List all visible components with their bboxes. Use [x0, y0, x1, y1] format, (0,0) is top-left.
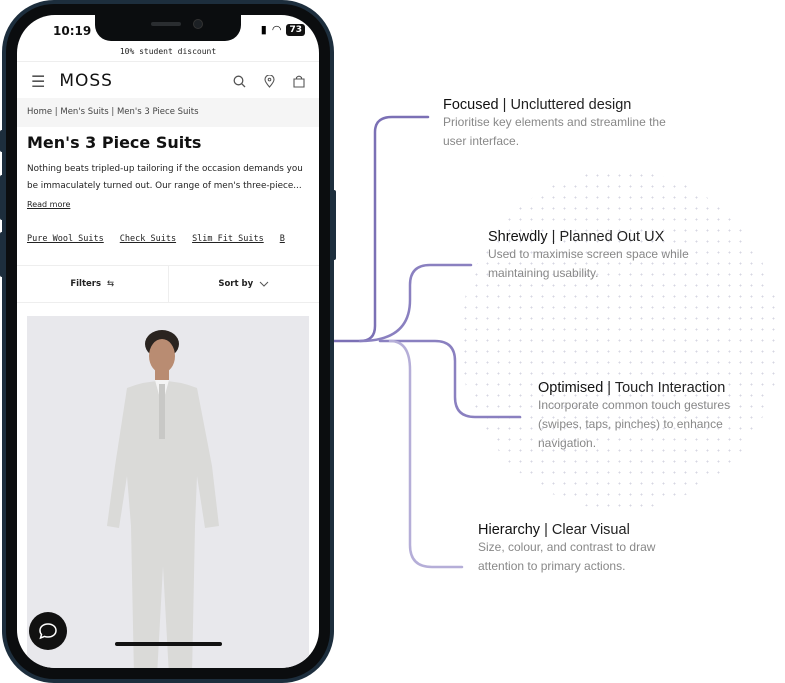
product-image[interactable] — [27, 316, 309, 668]
category-link[interactable]: Slim Fit Suits — [192, 234, 264, 244]
page-title: Men's 3 Piece Suits — [27, 133, 202, 152]
category-link[interactable]: Pure Wool Suits — [27, 234, 104, 244]
feature-hierarchy: Hierarchy | Clear Visual Size, colour, a… — [478, 522, 656, 573]
promo-banner[interactable]: 10% student discount — [17, 42, 319, 62]
home-indicator — [115, 642, 222, 646]
sliders-icon: ⇆ — [107, 279, 115, 289]
category-link[interactable]: Check Suits — [120, 234, 176, 244]
read-more-link[interactable]: Read more — [27, 200, 70, 209]
category-links: Pure Wool Suits Check Suits Slim Fit Sui… — [27, 234, 285, 244]
signal-icon: ▮ — [260, 23, 267, 36]
phone-screen: 10:19 ▮ ◠ 73 10% student discount ☰ MOSS… — [17, 15, 319, 668]
feature-focused: Focused | Uncluttered design Prioritise … — [443, 97, 666, 148]
search-icon[interactable] — [233, 75, 246, 88]
suit-model-image — [107, 330, 219, 668]
site-header: ☰ MOSS — [17, 64, 319, 98]
bag-icon[interactable] — [293, 75, 305, 88]
connector-hierarchy — [388, 339, 464, 569]
category-link[interactable]: B — [280, 234, 285, 244]
category-description: Nothing beats tripled-up tailoring if th… — [27, 164, 303, 191]
battery-icon: 73 — [286, 23, 305, 36]
breadcrumb[interactable]: Home | Men's Suits | Men's 3 Piece Suits — [17, 98, 319, 127]
status-time: 10:19 — [53, 24, 92, 38]
feature-shrewdly: Shrewdly | Planned Out UX Used to maximi… — [488, 229, 689, 280]
status-icons: ▮ ◠ 73 — [261, 23, 305, 36]
sort-button[interactable]: Sort by — [169, 266, 320, 302]
feature-optimised: Optimised | Touch Interaction Incorporat… — [538, 380, 731, 450]
notch — [95, 15, 241, 41]
wifi-icon: ◠ — [271, 23, 282, 36]
logo[interactable]: MOSS — [59, 71, 113, 91]
filters-button[interactable]: Filters ⇆ — [17, 266, 169, 302]
chat-icon — [39, 623, 57, 640]
chat-button[interactable] — [29, 612, 67, 650]
phone-frame: 10:19 ▮ ◠ 73 10% student discount ☰ MOSS… — [2, 0, 334, 683]
connector-optimised — [378, 339, 522, 419]
filter-sort-bar: Filters ⇆ Sort by — [17, 265, 319, 303]
chevron-down-icon — [259, 281, 269, 287]
menu-icon[interactable]: ☰ — [31, 72, 45, 91]
connector-focused — [331, 115, 430, 343]
connector-shrewdly — [358, 263, 473, 343]
location-icon[interactable] — [264, 74, 275, 88]
